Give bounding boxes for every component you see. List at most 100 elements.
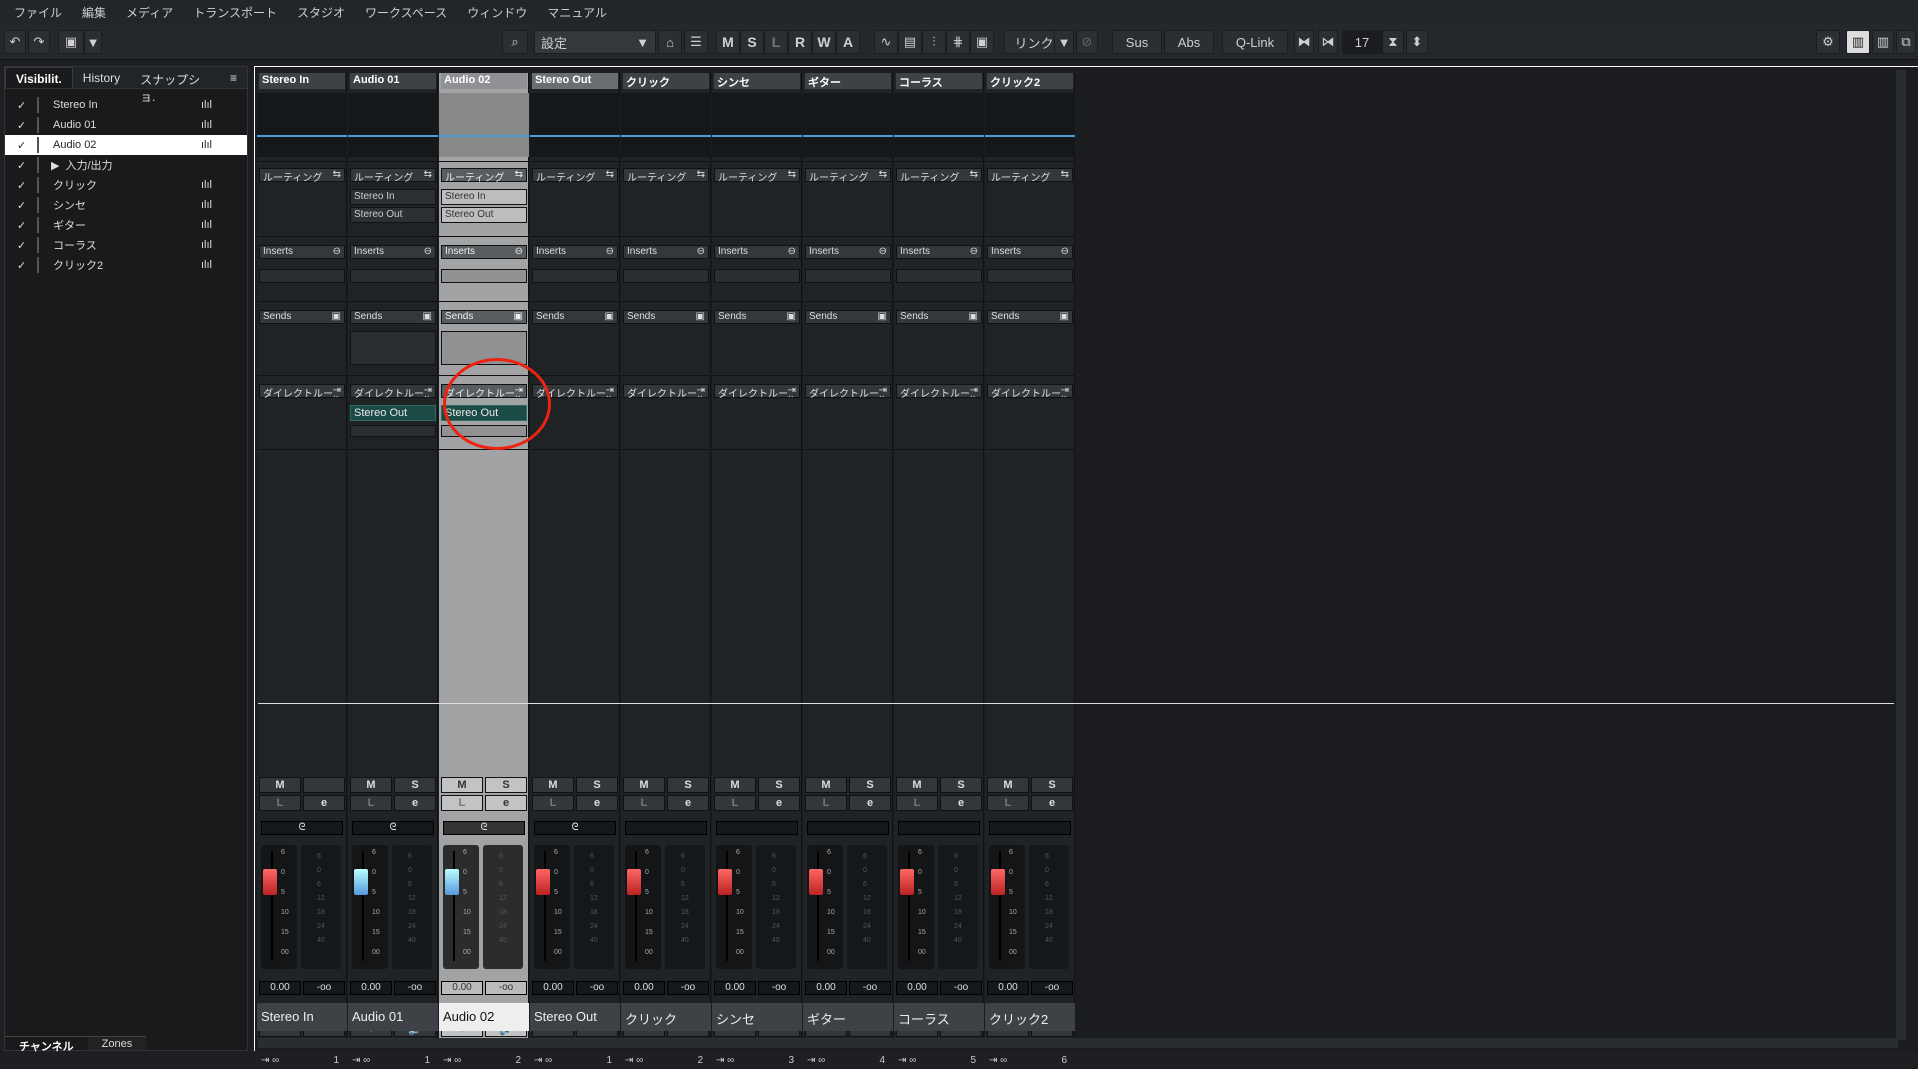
mute-button[interactable]: M [623, 777, 665, 793]
direct-routing-icon[interactable]: ⇥ [697, 385, 705, 396]
direct-routing-header[interactable]: ダイレクトルー.. ⇥ [259, 384, 345, 400]
menu-item-6[interactable]: ウィンドウ [457, 4, 537, 21]
visibility-item[interactable]: ✓ クリック ılıl [5, 175, 247, 195]
fader-handle[interactable] [718, 869, 732, 895]
listen-button[interactable]: L [259, 795, 301, 811]
fader-value[interactable]: 0.00 [350, 981, 392, 995]
fader-value[interactable]: 0.00 [805, 981, 847, 995]
sends-icon[interactable]: ▣ [332, 311, 341, 322]
routing-icon[interactable]: ⇆ [1061, 169, 1069, 180]
listen-button[interactable]: L [350, 795, 392, 811]
inserts-header[interactable]: Inserts ⊖ [714, 245, 800, 259]
direct-routing-header[interactable]: ダイレクトルー.. ⇥ [623, 384, 709, 400]
window-icon[interactable]: ⧉ [1896, 30, 1916, 54]
routing-header[interactable]: ルーティング ⇆ [714, 168, 800, 184]
bypass-icon[interactable]: ⊖ [333, 246, 341, 257]
routing-header[interactable]: ルーティング ⇆ [532, 168, 618, 184]
listen-button[interactable]: L [805, 795, 847, 811]
peak-value[interactable]: -oo [485, 981, 527, 995]
edit-button[interactable]: e [576, 795, 618, 811]
left-zone-icon[interactable]: ▥ [1846, 30, 1870, 54]
routing-icon[interactable]: ⇆ [606, 169, 614, 180]
direct-routing-icon[interactable]: ⇥ [879, 385, 887, 396]
mute-button[interactable]: M [987, 777, 1029, 793]
direct-routing-header[interactable]: ダイレクトルー.. ⇥ [987, 384, 1073, 400]
channel-name-label[interactable]: シンセ [712, 1003, 802, 1031]
sends-header[interactable]: Sends ▣ [532, 310, 618, 324]
fader-handle[interactable] [900, 869, 914, 895]
routing-icon[interactable]: ⇆ [424, 169, 432, 180]
solo-button[interactable]: S [485, 777, 527, 793]
mute-button[interactable]: M [259, 777, 301, 793]
solo-button[interactable]: S [576, 777, 618, 793]
routing-output-slot[interactable]: Stereo Out [441, 207, 527, 223]
sends-header[interactable]: Sends ▣ [896, 310, 982, 324]
vertical-scrollbar[interactable] [1896, 70, 1906, 1040]
menu-item-0[interactable]: ファイル [4, 4, 72, 21]
tab-zones[interactable]: Zones [87, 1036, 147, 1050]
inserts-header[interactable]: Inserts ⊖ [987, 245, 1073, 259]
listen-button[interactable]: L [532, 795, 574, 811]
stepper-icon[interactable]: ⬍ [1406, 30, 1428, 54]
routing-output-slot[interactable]: Stereo Out [350, 207, 436, 223]
edit-button[interactable]: e [394, 795, 436, 811]
channel-name-label[interactable]: Audio 02 [439, 1003, 529, 1031]
peak-value[interactable]: -oo [758, 981, 800, 995]
peak-value[interactable]: -oo [1031, 981, 1073, 995]
solo-button[interactable]: S [849, 777, 891, 793]
direct-routing-icon[interactable]: ⇥ [1061, 385, 1069, 396]
solo-button[interactable]: S [758, 777, 800, 793]
listen-button[interactable]: L [623, 795, 665, 811]
visibility-check-icon[interactable]: ✓ [17, 99, 31, 112]
edit-button[interactable]: e [485, 795, 527, 811]
visibility-check-icon[interactable]: ✓ [17, 179, 31, 192]
mute-button[interactable]: M [350, 777, 392, 793]
routing-icon[interactable]: ⇆ [333, 169, 341, 180]
fader-handle[interactable] [991, 869, 1005, 895]
insert-slot[interactable] [350, 269, 436, 283]
channel-header[interactable]: クリック2 [987, 73, 1073, 89]
routing-icon[interactable]: ⇆ [515, 169, 523, 180]
sends-icon[interactable]: ▣ [605, 311, 614, 322]
peak-value[interactable]: -oo [303, 981, 345, 995]
visibility-check-icon[interactable]: ✓ [17, 139, 31, 152]
menu-item-7[interactable]: マニュアル [537, 4, 617, 21]
peak-value[interactable]: -oo [667, 981, 709, 995]
undo-icon[interactable]: ↶ [4, 30, 26, 54]
tab-visibility[interactable]: Visibilit. [5, 67, 73, 88]
tab-channels[interactable]: チャンネル [5, 1036, 88, 1053]
routing-icon[interactable]: ⇆ [970, 169, 978, 180]
direct-routing-header[interactable]: ダイレクトルー.. ⇥ [896, 384, 982, 400]
pan-control[interactable] [716, 821, 798, 835]
sends-icon[interactable]: ▣ [878, 311, 887, 322]
fader-handle[interactable] [809, 869, 823, 895]
peak-value[interactable]: -oo [394, 981, 436, 995]
listen-button[interactable]: L [441, 795, 483, 811]
right-zone-icon[interactable]: ▥ [1872, 30, 1894, 54]
listen-button[interactable]: L [714, 795, 756, 811]
snapshot-icon[interactable]: ▣ [58, 30, 84, 54]
mute-button[interactable]: M [805, 777, 847, 793]
sends-icon[interactable]: ▣ [787, 311, 796, 322]
fader-handle[interactable] [627, 869, 641, 895]
pan-control[interactable] [807, 821, 889, 835]
sends-icon[interactable]: ▣ [423, 311, 432, 322]
listen-button[interactable]: L [987, 795, 1029, 811]
fader-value[interactable]: 0.00 [441, 981, 483, 995]
routing-input-slot[interactable]: Stereo In [350, 189, 436, 205]
sends-header[interactable]: Sends ▣ [805, 310, 891, 324]
solo-button[interactable]: S [667, 777, 709, 793]
pan-control[interactable] [989, 821, 1071, 835]
bypass-icon[interactable]: ⊖ [788, 246, 796, 257]
visibility-item[interactable]: ✓ シンセ ılıl [5, 195, 247, 215]
channel-name-label[interactable]: コーラス [894, 1003, 984, 1031]
bypass-icon[interactable]: ⊖ [697, 246, 705, 257]
edit-button[interactable]: e [667, 795, 709, 811]
insert-slot[interactable] [623, 269, 709, 283]
menu-item-5[interactable]: ワークスペース [355, 4, 457, 21]
sends-header[interactable]: Sends ▣ [714, 310, 800, 324]
direct-routing-icon[interactable]: ⇥ [424, 385, 432, 396]
channel-name-label[interactable]: Stereo Out [530, 1003, 620, 1031]
routing-icon[interactable]: ⇆ [697, 169, 705, 180]
edit-button[interactable]: e [303, 795, 345, 811]
